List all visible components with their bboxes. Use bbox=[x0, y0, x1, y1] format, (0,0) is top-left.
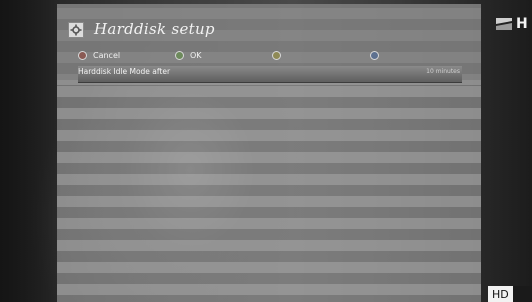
green-button-icon bbox=[175, 50, 184, 60]
settings-icon bbox=[68, 22, 84, 38]
harddisk-setup-panel: Harddisk setup Cancel OK Harddisk Idle M… bbox=[57, 4, 481, 302]
cancel-button-label: Cancel bbox=[93, 50, 121, 60]
yellow-button[interactable] bbox=[272, 49, 287, 61]
setting-value[interactable]: 10 minutes bbox=[426, 68, 460, 75]
hd-badge: HD bbox=[488, 286, 532, 302]
hd-badge-label: HD bbox=[488, 286, 513, 302]
channel-logo: H bbox=[496, 16, 528, 32]
cancel-button[interactable]: Cancel bbox=[78, 49, 120, 61]
ok-button[interactable]: OK bbox=[175, 49, 202, 61]
channel-logo-icon bbox=[496, 18, 512, 30]
hd-badge-extension bbox=[512, 286, 532, 302]
blue-button[interactable] bbox=[370, 49, 385, 61]
blue-button-icon bbox=[370, 50, 379, 60]
setting-label: Harddisk Idle Mode after bbox=[78, 67, 171, 76]
red-button-icon bbox=[78, 50, 87, 60]
tv-background-shade bbox=[0, 0, 60, 302]
page-title: Harddisk setup bbox=[94, 20, 215, 38]
ok-button-label: OK bbox=[190, 50, 202, 60]
setting-row-harddisk-idle-mode[interactable]: Harddisk Idle Mode after 10 minutes bbox=[78, 66, 462, 83]
yellow-button-icon bbox=[272, 50, 281, 60]
channel-logo-text: H bbox=[516, 16, 528, 32]
